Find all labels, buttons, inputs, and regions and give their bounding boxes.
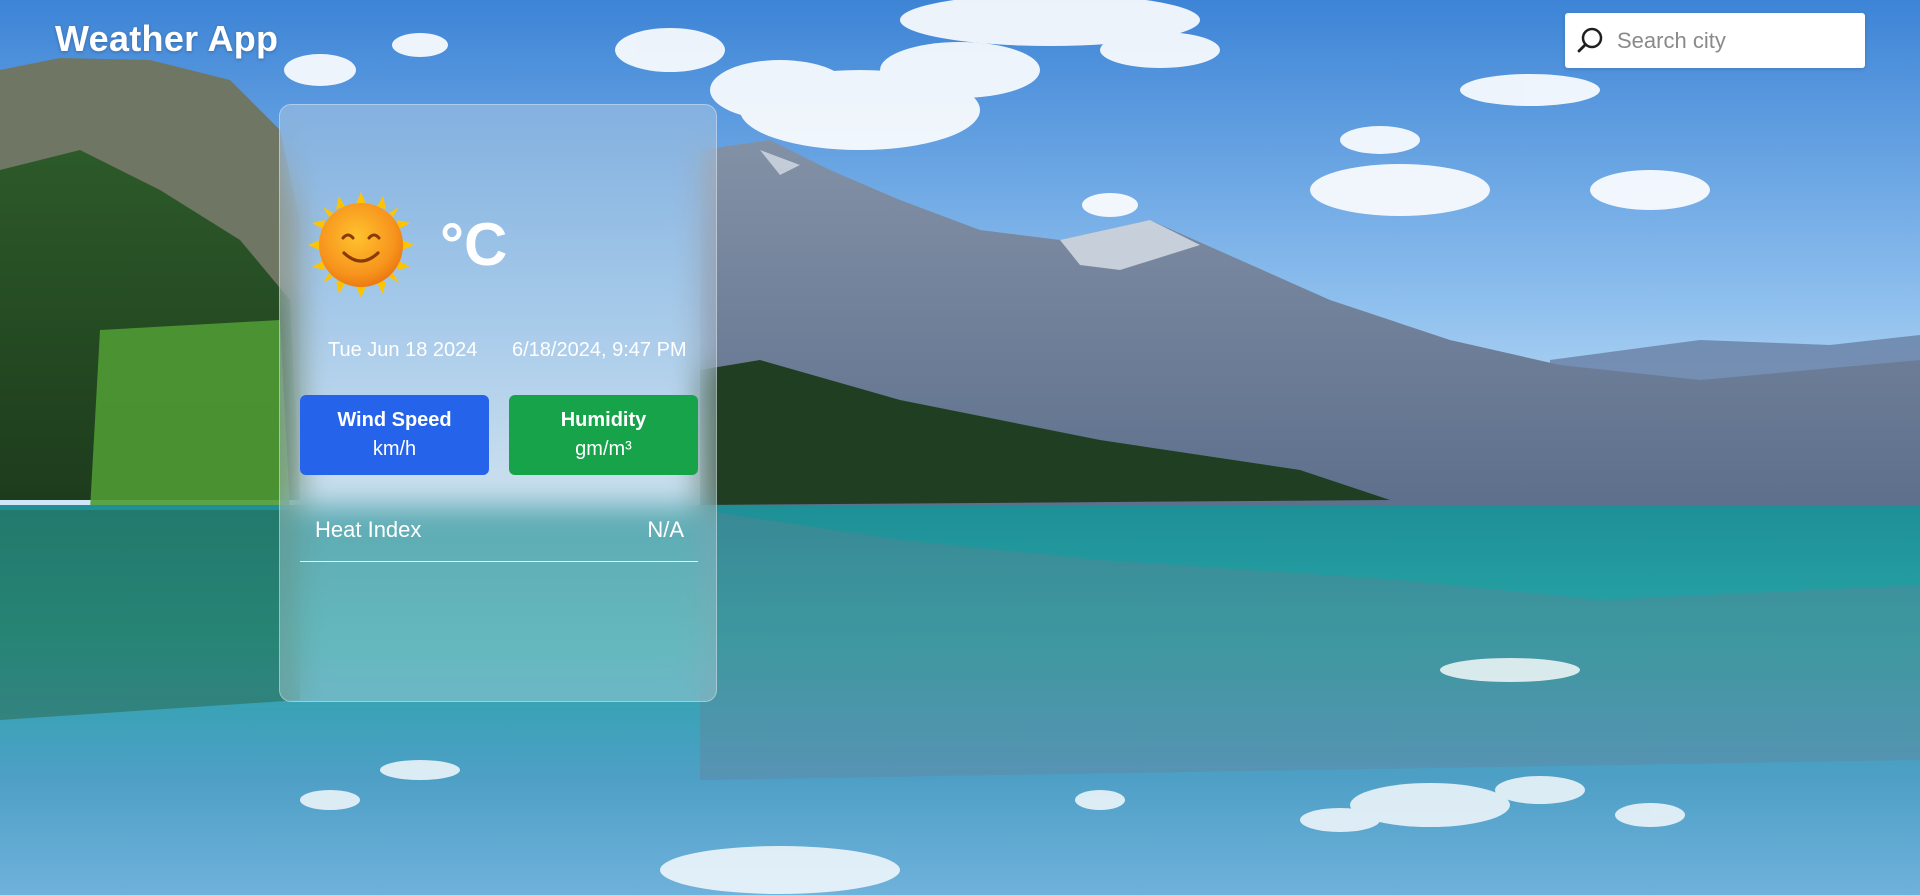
heat-index-label: Heat Index [315, 517, 422, 542]
current-datetime: 6/18/2024, 9:47 PM [512, 339, 687, 361]
humidity-unit: gm/m³ [575, 438, 632, 460]
wind-speed-tile: Wind Speed km/h [300, 395, 489, 475]
wind-speed-label: Wind Speed [337, 409, 452, 431]
search-icon[interactable] [1575, 25, 1607, 57]
sun-smiling-icon [306, 190, 416, 300]
humidity-tile: Humidity gm/m³ [509, 395, 698, 475]
wind-speed-unit: km/h [372, 438, 417, 460]
weather-card: °C Tue Jun 18 2024 6/18/2024, 9:47 PM Wi… [279, 104, 717, 702]
search-box[interactable] [1565, 13, 1865, 68]
temperature-display: °C [440, 211, 508, 278]
current-date: Tue Jun 18 2024 [328, 339, 478, 361]
heat-index-row: Heat Index N/A [300, 505, 698, 562]
humidity-label: Humidity [560, 409, 647, 431]
app-title: Weather App [55, 18, 279, 59]
heat-index-value: N/A [647, 517, 684, 542]
search-input[interactable] [1615, 26, 1859, 55]
